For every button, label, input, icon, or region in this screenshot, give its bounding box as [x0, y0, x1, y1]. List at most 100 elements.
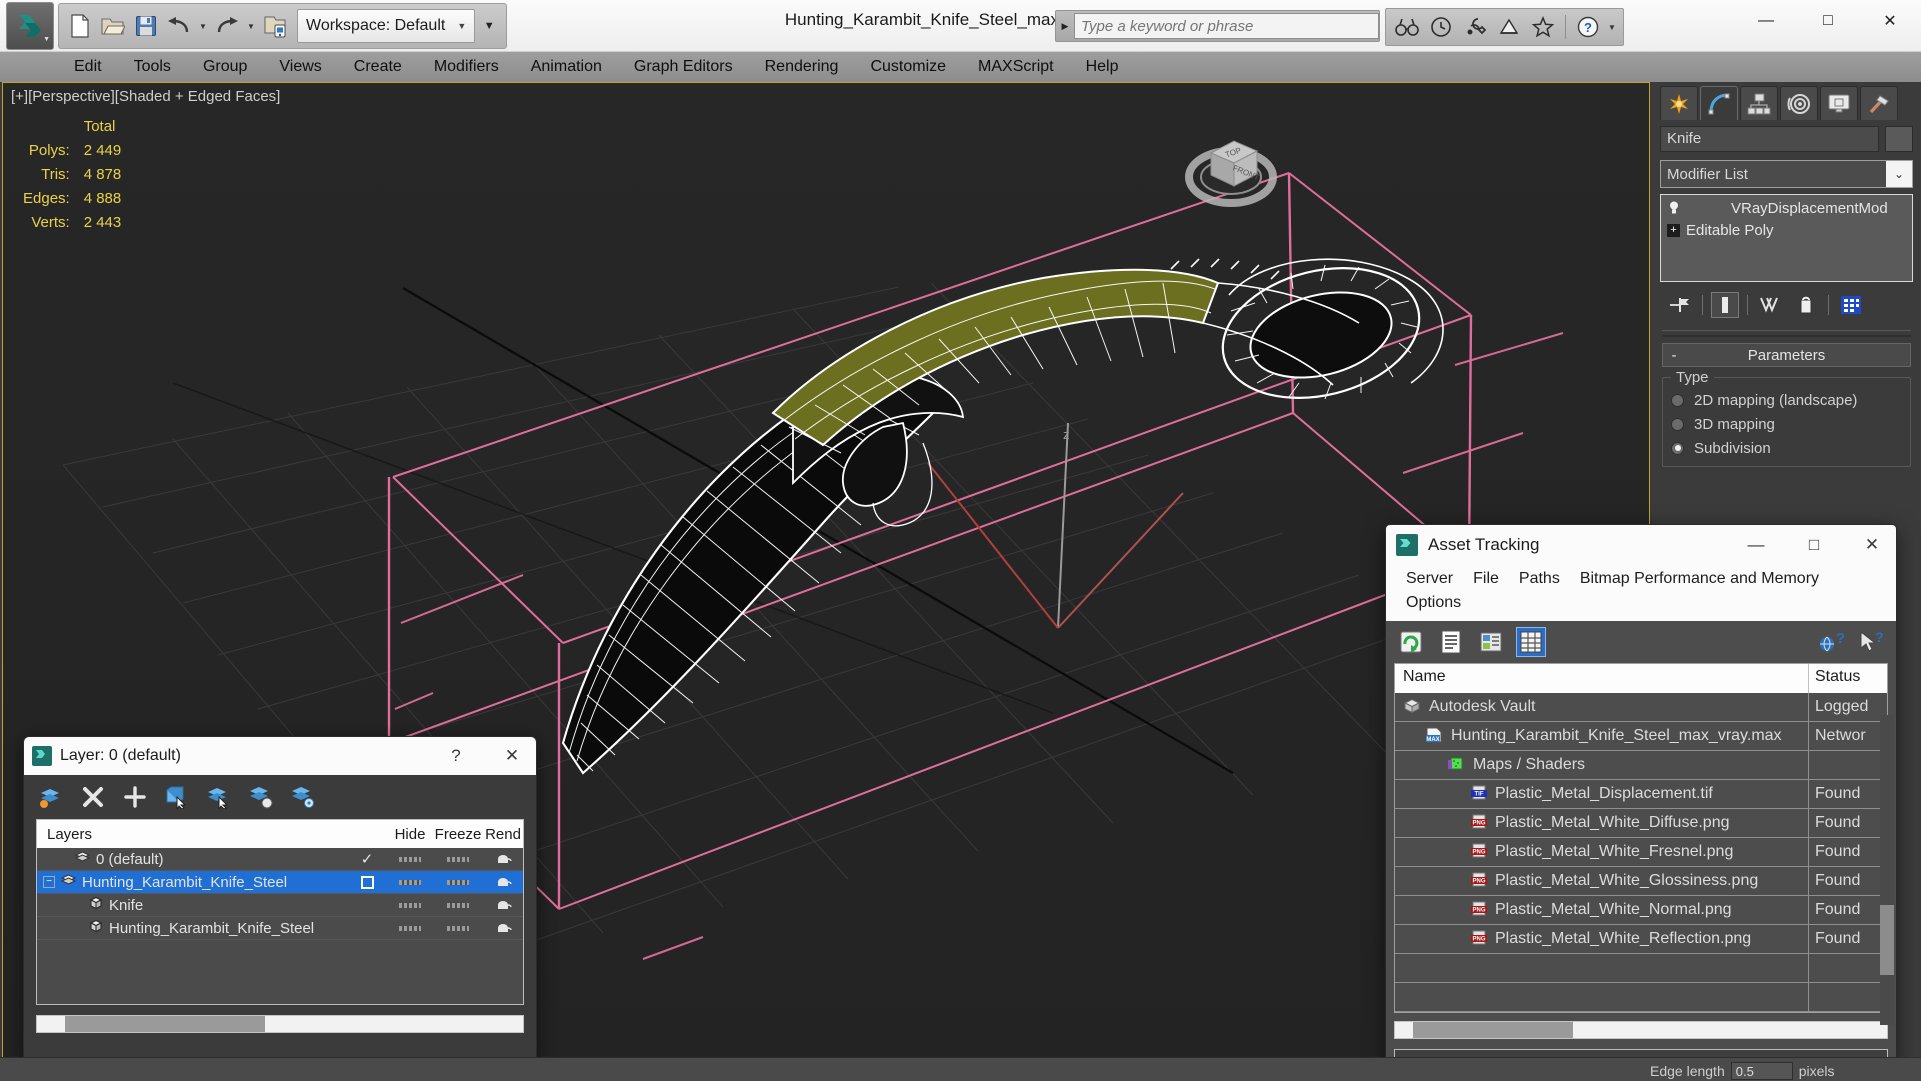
asset-grid[interactable]: Name Status Autodesk Vault Logged MAX Hunti…	[1394, 663, 1888, 1013]
layer-scroll-thumb[interactable]	[65, 1016, 265, 1032]
menu-modifiers[interactable]: Modifiers	[418, 54, 515, 80]
search-input[interactable]	[1074, 13, 1379, 39]
layer-current-cell[interactable]: ✓	[347, 850, 387, 868]
layer-list-hscrollbar[interactable]	[36, 1015, 524, 1033]
create-tab[interactable]	[1660, 86, 1698, 120]
menu-views[interactable]: Views	[263, 54, 337, 80]
object-color-swatch[interactable]	[1885, 126, 1913, 152]
layer-dialog-help-button[interactable]: ?	[432, 738, 480, 774]
layer-row[interactable]: Knife	[37, 894, 523, 917]
lightbulb-icon[interactable]	[1667, 201, 1681, 215]
asset-scroll-thumb[interactable]	[1413, 1022, 1573, 1038]
show-end-result-icon[interactable]	[1711, 292, 1739, 318]
view-cube[interactable]: TOP FRONT	[1179, 113, 1284, 213]
help-icon[interactable]: ?	[1572, 11, 1604, 43]
list-view-icon[interactable]	[1436, 627, 1466, 657]
pin-stack-icon[interactable]	[1666, 292, 1694, 318]
asset-row[interactable]	[1395, 983, 1887, 1012]
asset-menu-file[interactable]: File	[1463, 567, 1509, 591]
asset-menu-server[interactable]: Server	[1396, 567, 1463, 591]
radio-button[interactable]	[1671, 417, 1684, 431]
grid-view-icon[interactable]	[1516, 627, 1546, 657]
satellite-dish-icon[interactable]	[1493, 11, 1525, 43]
search-expand-caret[interactable]: ▶	[1056, 11, 1074, 41]
layer-dialog-close-button[interactable]: ✕	[488, 738, 536, 774]
refresh-icon[interactable]	[1396, 627, 1426, 657]
parameters-rollout-header[interactable]: - Parameters	[1662, 343, 1911, 367]
layer-render-cell[interactable]	[483, 922, 523, 935]
close-button[interactable]: ✕	[1859, 0, 1921, 42]
expander-minus-icon[interactable]: −	[43, 876, 55, 888]
layer-hide-cell[interactable]	[387, 856, 433, 862]
add-selection-to-layer-icon[interactable]	[162, 782, 192, 812]
asset-row[interactable]: PNG Plastic_Metal_White_Fresnel.png Found	[1395, 838, 1887, 867]
modifier-stack-item[interactable]: + Editable Poly	[1663, 219, 1910, 241]
asset-grid-vscrollbar[interactable]	[1880, 715, 1894, 1025]
set-current-layer-icon[interactable]	[36, 782, 66, 812]
menu-customize[interactable]: Customize	[854, 54, 962, 80]
menu-graph-editors[interactable]: Graph Editors	[618, 54, 749, 80]
menu-rendering[interactable]: Rendering	[749, 54, 855, 80]
utilities-tab[interactable]	[1860, 86, 1898, 120]
radio-button[interactable]	[1671, 441, 1684, 455]
redo-dropdown-caret[interactable]: ▼	[245, 9, 257, 43]
new-file-button[interactable]	[65, 9, 95, 43]
minimize-button[interactable]: —	[1735, 0, 1797, 42]
asset-row[interactable]: Autodesk Vault Logged	[1395, 693, 1887, 722]
hierarchy-tab[interactable]	[1740, 86, 1778, 120]
plus-box-icon[interactable]: +	[1667, 223, 1680, 237]
asset-row[interactable]: PNG Plastic_Metal_White_Diffuse.png Found	[1395, 809, 1887, 838]
layer-list[interactable]: Layers Hide Freeze Rend 0 (default) ✓ − Hun…	[36, 819, 524, 1005]
clock-icon[interactable]	[1425, 11, 1457, 43]
layer-render-cell[interactable]	[483, 876, 523, 889]
menu-group[interactable]: Group	[187, 54, 263, 80]
layer-render-cell[interactable]	[483, 853, 523, 866]
new-layer-icon[interactable]	[120, 782, 150, 812]
asset-vscroll-thumb[interactable]	[1880, 905, 1894, 975]
layer-row[interactable]: − Hunting_Karambit_Knife_Steel	[37, 871, 523, 894]
asset-row[interactable]: PNG Plastic_Metal_White_Normal.png Found	[1395, 896, 1887, 925]
remove-modifier-icon[interactable]	[1792, 292, 1820, 318]
menu-maxscript[interactable]: MAXScript	[962, 54, 1070, 80]
menu-create[interactable]: Create	[338, 54, 418, 80]
asset-menu-options[interactable]: Options	[1396, 591, 1471, 615]
asset-row[interactable]: TIF Plastic_Metal_Displacement.tif Found	[1395, 780, 1887, 809]
asset-menu-paths[interactable]: Paths	[1509, 567, 1570, 591]
radio-button[interactable]	[1671, 393, 1684, 407]
select-objects-in-layer-icon[interactable]	[204, 782, 234, 812]
display-tab[interactable]	[1820, 86, 1858, 120]
menu-help[interactable]: Help	[1070, 54, 1135, 80]
layer-row[interactable]: 0 (default) ✓	[37, 848, 523, 871]
object-name-field[interactable]: Knife	[1660, 126, 1879, 152]
application-menu-button[interactable]: ▼	[6, 2, 54, 50]
open-file-button[interactable]	[98, 9, 128, 43]
current-layer-box-icon[interactable]	[360, 875, 374, 889]
layer-freeze-cell[interactable]	[433, 856, 483, 862]
details-view-icon[interactable]	[1476, 627, 1506, 657]
asset-grid-hscrollbar[interactable]	[1394, 1021, 1888, 1039]
context-help-icon[interactable]: ?	[1856, 627, 1886, 657]
modifier-stack[interactable]: VRayDisplacementMod + Editable Poly	[1660, 194, 1913, 282]
make-unique-icon[interactable]	[1756, 292, 1784, 318]
layer-properties-icon[interactable]	[288, 782, 318, 812]
workspace-selector[interactable]: Workspace: Default ▼	[297, 9, 476, 43]
wrench-icon[interactable]	[1459, 11, 1491, 43]
layer-hide-cell[interactable]	[387, 902, 433, 908]
redo-button[interactable]	[212, 9, 242, 43]
undo-button[interactable]	[164, 9, 194, 43]
asset-tracking-maximize-button[interactable]: □	[1790, 527, 1838, 563]
asset-row[interactable]	[1395, 954, 1887, 983]
layer-hide-cell[interactable]	[387, 925, 433, 931]
save-file-button[interactable]	[131, 9, 161, 43]
current-layer-check-icon[interactable]: ✓	[361, 850, 374, 868]
layer-freeze-cell[interactable]	[433, 925, 483, 931]
layer-hide-cell[interactable]	[387, 879, 433, 885]
undo-dropdown-caret[interactable]: ▼	[197, 9, 209, 43]
layer-current-cell[interactable]	[347, 875, 387, 889]
motion-tab[interactable]	[1780, 86, 1818, 120]
asset-row[interactable]: PNG Plastic_Metal_White_Reflection.png Fou…	[1395, 925, 1887, 954]
modifier-list-dropdown[interactable]: Modifier List ⌄	[1660, 160, 1913, 188]
menu-edit[interactable]: Edit	[58, 54, 118, 80]
layer-render-cell[interactable]	[483, 899, 523, 912]
favorites-star-icon[interactable]	[1527, 11, 1559, 43]
